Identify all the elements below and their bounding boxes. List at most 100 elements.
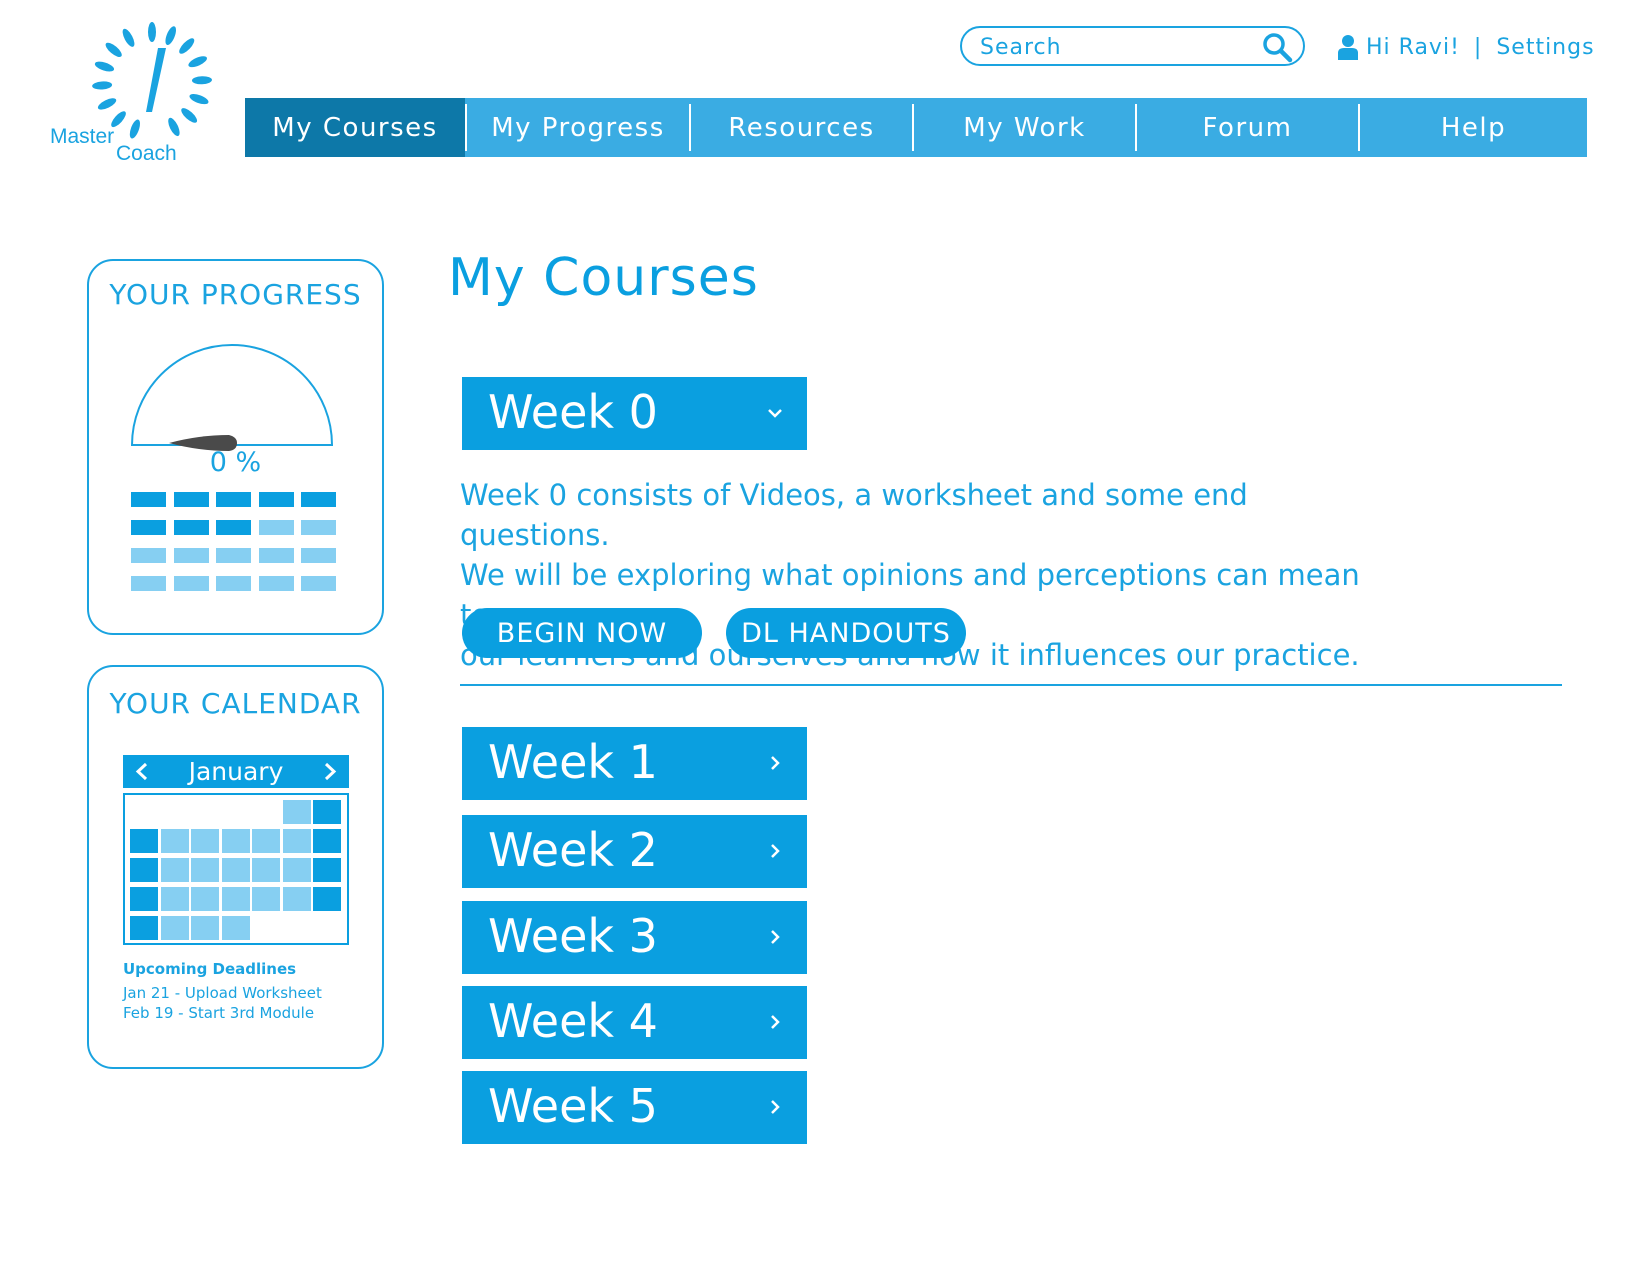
calendar-day[interactable] — [313, 800, 341, 824]
user-icon — [1338, 35, 1358, 60]
chevron-right-icon — [771, 756, 780, 770]
chevron-right-icon[interactable] — [315, 755, 345, 788]
calendar-day[interactable] — [191, 916, 219, 940]
chevron-right-icon — [771, 1100, 780, 1114]
chevron-down-icon — [768, 409, 782, 418]
calendar-day[interactable] — [191, 887, 219, 911]
nav-item-my-progress[interactable]: My Progress — [467, 98, 689, 157]
sunburst-logo-icon — [92, 22, 212, 139]
week-label: Week 2 — [488, 823, 658, 877]
calendar-day[interactable] — [130, 887, 158, 911]
calendar-day[interactable] — [252, 887, 280, 911]
progress-block — [301, 548, 336, 563]
nav-item-my-work[interactable]: My Work — [914, 98, 1135, 157]
logo-text-coach: Coach — [116, 142, 177, 165]
calendar-day[interactable] — [221, 829, 250, 853]
progress-title: YOUR PROGRESS — [109, 278, 362, 311]
progress-block — [216, 520, 251, 535]
progress-block — [216, 576, 251, 591]
week-2-accordion[interactable]: Week 2 — [462, 815, 807, 888]
begin-now-button[interactable]: BEGIN NOW — [462, 608, 702, 658]
progress-block — [173, 548, 209, 563]
week-3-accordion[interactable]: Week 3 — [462, 901, 807, 974]
progress-block — [301, 576, 336, 591]
week-label: Week 1 — [488, 735, 658, 789]
progress-block — [258, 520, 294, 535]
master-coach-logo[interactable]: Master Coach — [44, 22, 214, 167]
progress-block — [258, 492, 294, 507]
calendar-day[interactable] — [130, 829, 158, 853]
calendar-day[interactable] — [313, 887, 341, 911]
progress-block — [301, 492, 336, 507]
search-input[interactable] — [978, 31, 1262, 63]
settings-link[interactable]: Settings — [1496, 35, 1594, 60]
calendar-day[interactable] — [160, 829, 189, 853]
calendar-day[interactable] — [160, 916, 189, 940]
progress-block — [258, 576, 294, 591]
dl-handouts-button[interactable]: DL HANDOUTS — [726, 608, 966, 658]
deadline-item[interactable]: Feb 19 - Start 3rd Module — [123, 1004, 314, 1022]
calendar-day[interactable] — [313, 829, 341, 853]
progress-block — [216, 548, 251, 563]
week-1-accordion[interactable]: Week 1 — [462, 727, 807, 800]
calendar-day[interactable] — [191, 829, 219, 853]
page-title: My Courses — [448, 248, 759, 308]
chevron-right-icon — [771, 1015, 780, 1029]
calendar-day[interactable] — [221, 887, 250, 911]
section-divider — [460, 684, 1562, 686]
search-icon[interactable] — [1261, 31, 1293, 63]
nav-item-my-courses[interactable]: My Courses — [245, 98, 465, 157]
calendar-day[interactable] — [221, 858, 250, 882]
progress-gauge — [130, 344, 334, 451]
calendar-header: January — [123, 755, 349, 788]
calendar-day[interactable] — [252, 829, 280, 853]
calendar-day[interactable] — [191, 858, 219, 882]
progress-block — [173, 576, 209, 591]
calendar-day[interactable] — [282, 887, 311, 911]
progress-block — [131, 492, 166, 507]
progress-block — [216, 492, 251, 507]
week-label: Week 5 — [488, 1079, 658, 1133]
calendar-day[interactable] — [313, 858, 341, 882]
progress-block — [131, 548, 166, 563]
user-greeting[interactable]: Hi Ravi! — [1366, 35, 1460, 60]
progress-card: YOUR PROGRESS 0 % — [87, 259, 384, 635]
description-line: Week 0 consists of Videos, a worksheet a… — [460, 478, 1248, 552]
separator: | — [1473, 34, 1483, 60]
calendar-day[interactable] — [130, 858, 158, 882]
main-nav: My Courses My Progress Resources My Work… — [245, 98, 1587, 157]
calendar-day[interactable] — [252, 858, 280, 882]
chevron-right-icon — [771, 844, 780, 858]
calendar-title: YOUR CALENDAR — [109, 687, 362, 720]
progress-block — [131, 576, 166, 591]
week-5-accordion[interactable]: Week 5 — [462, 1071, 807, 1144]
calendar-day[interactable] — [160, 887, 189, 911]
calendar-day[interactable] — [282, 800, 311, 824]
deadlines-title: Upcoming Deadlines — [123, 960, 297, 978]
week-label: Week 3 — [488, 909, 658, 963]
calendar-day[interactable] — [282, 829, 311, 853]
calendar-card: YOUR CALENDAR January Upcoming Deadlines… — [87, 665, 384, 1069]
week-label: Week 0 — [488, 385, 658, 439]
calendar-day[interactable] — [160, 858, 189, 882]
nav-item-resources[interactable]: Resources — [691, 98, 912, 157]
user-area: Hi Ravi! | Settings — [1338, 30, 1595, 64]
progress-block — [131, 520, 166, 535]
week-label: Week 4 — [488, 994, 658, 1048]
nav-item-forum[interactable]: Forum — [1137, 98, 1358, 157]
deadline-item[interactable]: Jan 21 - Upload Worksheet — [123, 984, 322, 1002]
calendar-day[interactable] — [221, 916, 250, 940]
chevron-right-icon — [771, 930, 780, 944]
logo-text-master: Master — [50, 125, 115, 148]
progress-block — [258, 548, 294, 563]
calendar-day[interactable] — [282, 858, 311, 882]
week-0-accordion[interactable]: Week 0 — [462, 377, 807, 450]
progress-block — [173, 492, 209, 507]
progress-block — [173, 520, 209, 535]
nav-item-help[interactable]: Help — [1360, 98, 1587, 157]
progress-block — [301, 520, 336, 535]
week-4-accordion[interactable]: Week 4 — [462, 986, 807, 1059]
search-box — [960, 26, 1305, 66]
calendar-grid — [123, 793, 349, 945]
calendar-day[interactable] — [130, 916, 158, 940]
